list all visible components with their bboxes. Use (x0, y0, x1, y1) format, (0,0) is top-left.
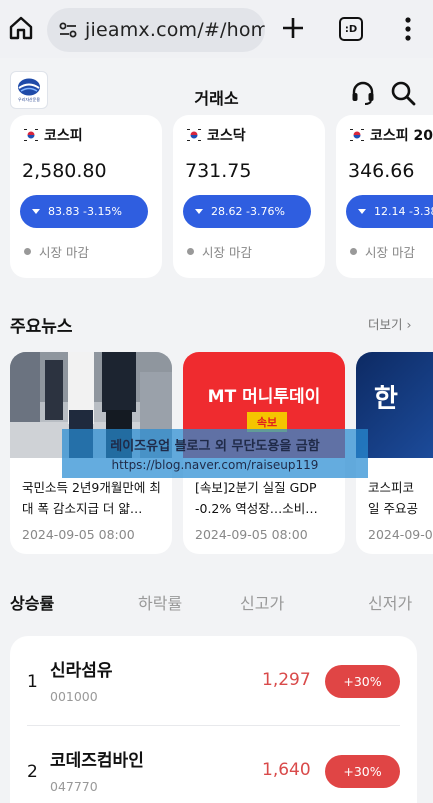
more-menu-icon[interactable] (398, 16, 418, 42)
index-value: 346.66 (348, 160, 415, 182)
moneytoday-logo: MT 머니투데이 (207, 387, 321, 407)
change-badge: +30% (325, 665, 400, 698)
index-value: 2,580.80 (22, 160, 107, 182)
market-status-text: 시장 마감 (202, 245, 252, 260)
change-badge: +30% (325, 755, 400, 788)
stock-price: 1,640 (262, 760, 311, 780)
news-date: 2024-09-05 08:00 (195, 527, 308, 542)
rank-number: 1 (27, 672, 38, 692)
index-change-pill: 12.14 -3.38% (346, 195, 433, 228)
market-status: 시장 마감 (24, 242, 89, 261)
down-triangle-icon (358, 209, 366, 214)
tab-new-low[interactable]: 신저가 (368, 590, 412, 614)
news-more-label: 더보기 (368, 317, 403, 332)
status-dot-icon (187, 248, 194, 255)
news-more-link[interactable]: 더보기 › (368, 314, 412, 333)
stock-price: 1,297 (262, 670, 311, 690)
stock-code: 047770 (50, 779, 98, 794)
index-change-pill: 28.62 -3.76% (183, 195, 311, 228)
index-name: 코스피 (44, 128, 83, 144)
rank-tabs: 상승률 하락률 신고가 신저가 (0, 588, 433, 614)
market-status-text: 시장 마감 (39, 245, 89, 260)
index-change: 12.14 -3.38% (374, 205, 433, 218)
market-status-text: 시장 마감 (365, 245, 415, 260)
down-triangle-icon (195, 209, 203, 214)
news-headline: 코스피코 일 주요공 (368, 480, 418, 516)
site-settings-icon[interactable] (57, 19, 79, 41)
news-section-title: 주요뉴스 (10, 317, 73, 337)
customer-support-icon[interactable] (350, 80, 376, 106)
index-value: 731.75 (185, 160, 252, 182)
stock-name: 코데즈컴바인 (50, 751, 144, 771)
search-icon[interactable] (390, 80, 416, 106)
rank-row[interactable]: 2 코데즈컴바인 047770 1,640 +30% (10, 726, 417, 803)
index-name: 코스닥 (207, 128, 246, 144)
rank-list: 1 신라섬유 001000 1,297 +30% 2 코데즈컴바인 047770… (10, 636, 417, 803)
news-date: 2024-09-05 08:00 (22, 527, 135, 542)
tab-switcher-button[interactable]: :D (339, 17, 363, 41)
watermark-text: 레이즈유업 블로그 외 무단도용을 금함 (110, 439, 320, 454)
stock-code: 001000 (50, 689, 98, 704)
news-date: 2024-09-05 08:00 (368, 527, 433, 542)
status-dot-icon (350, 248, 357, 255)
chevron-right-icon: › (406, 317, 412, 332)
index-change-pill: 83.83 -3.15% (20, 195, 148, 228)
stock-name: 신라섬유 (50, 661, 113, 681)
browser-toolbar: jieamx.com/#/home/ :D (0, 0, 433, 58)
new-tab-icon[interactable] (280, 15, 306, 41)
index-name: 코스피 200 (370, 128, 433, 144)
rank-number: 2 (27, 762, 38, 782)
index-card-kospi[interactable]: 코스피 2,580.80 83.83 -3.15% 시장 마감 (10, 115, 162, 278)
korea-flag-icon (187, 128, 201, 142)
url-text[interactable]: jieamx.com/#/home/ (85, 19, 265, 41)
market-status: 시장 마감 (350, 242, 415, 261)
address-bar[interactable]: jieamx.com/#/home/ (47, 8, 265, 52)
index-card-kosdaq[interactable]: 코스닥 731.75 28.62 -3.76% 시장 마감 (173, 115, 325, 278)
down-triangle-icon (32, 209, 40, 214)
korea-flag-icon (24, 128, 38, 142)
tab-gainers[interactable]: 상승률 (10, 590, 54, 614)
index-change: 83.83 -3.15% (48, 205, 122, 218)
market-status: 시장 마감 (187, 242, 252, 261)
rank-row[interactable]: 1 신라섬유 001000 1,297 +30% (10, 636, 417, 724)
status-dot-icon (24, 248, 31, 255)
news-headline: [속보]2분기 실질 GDP -0.2% 역성장…소비… (195, 480, 318, 516)
news-headline: 국민소득 2년9개월만에 최대 폭 감소지급 더 얇… (22, 480, 161, 516)
blog-watermark: 레이즈유업 블로그 외 무단도용을 금함 https://blog.naver.… (62, 429, 368, 478)
home-icon[interactable] (8, 15, 34, 41)
index-change: 28.62 -3.76% (211, 205, 285, 218)
korea-flag-icon (350, 128, 364, 142)
news-image-text: 한 (374, 384, 398, 414)
tab-new-high[interactable]: 신고가 (240, 590, 284, 614)
index-card-kospi200[interactable]: 코스피 200 346.66 12.14 -3.38% 시장 마감 (336, 115, 433, 278)
watermark-url: https://blog.naver.com/raiseup119 (111, 458, 319, 472)
tab-losers[interactable]: 하락률 (138, 590, 182, 614)
